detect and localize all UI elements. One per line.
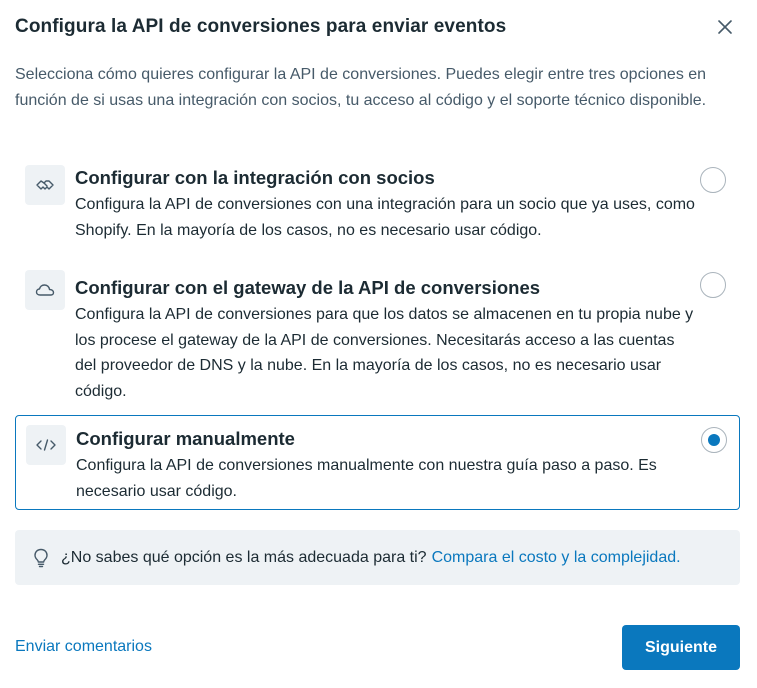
option-title: Configurar con la integración con socios: [75, 167, 435, 188]
configure-conversions-api-dialog: Configura la API de conversiones para en…: [0, 0, 757, 688]
dialog-intro-text: Selecciona cómo quieres configurar la AP…: [15, 66, 707, 109]
close-button[interactable]: [710, 12, 740, 42]
option-description: Configura la API de conversiones para qu…: [75, 306, 694, 400]
cloud-icon: [35, 284, 55, 296]
option-radio-partner-integration[interactable]: [700, 167, 726, 193]
option-partner-integration[interactable]: Configurar con la integración con socios…: [15, 155, 740, 255]
option-icon-box: [26, 425, 66, 465]
option-manual-setup[interactable]: Configurar manualmente Configura la API …: [15, 415, 740, 510]
option-description: Configura la API de conversiones con una…: [75, 196, 695, 239]
compare-cost-complexity-link[interactable]: Compara el costo y la complejidad.: [432, 549, 681, 567]
hint-text: ¿No sabes qué opción es la más adecuada …: [61, 548, 427, 566]
option-radio-manual-setup[interactable]: [701, 427, 727, 453]
lightbulb-icon: [31, 547, 51, 569]
send-feedback-link[interactable]: Enviar comentarios: [15, 638, 152, 656]
help-hint-box: ¿No sabes qué opción es la más adecuada …: [15, 530, 740, 585]
option-icon-box: [25, 270, 65, 310]
option-radio-conversions-api-gateway[interactable]: [700, 272, 726, 298]
option-description: Configura la API de conversiones manualm…: [76, 457, 657, 500]
code-icon: [36, 439, 56, 451]
next-button[interactable]: Siguiente: [622, 625, 740, 670]
dialog-title: Configura la API de conversiones para en…: [15, 16, 507, 37]
option-icon-box: [25, 165, 65, 205]
option-conversions-api-gateway[interactable]: Configurar con el gateway de la API de c…: [15, 260, 740, 405]
handshake-icon: [36, 180, 54, 190]
close-icon: [718, 20, 732, 34]
option-title: Configurar manualmente: [76, 428, 295, 449]
option-title: Configurar con el gateway de la API de c…: [75, 277, 541, 298]
